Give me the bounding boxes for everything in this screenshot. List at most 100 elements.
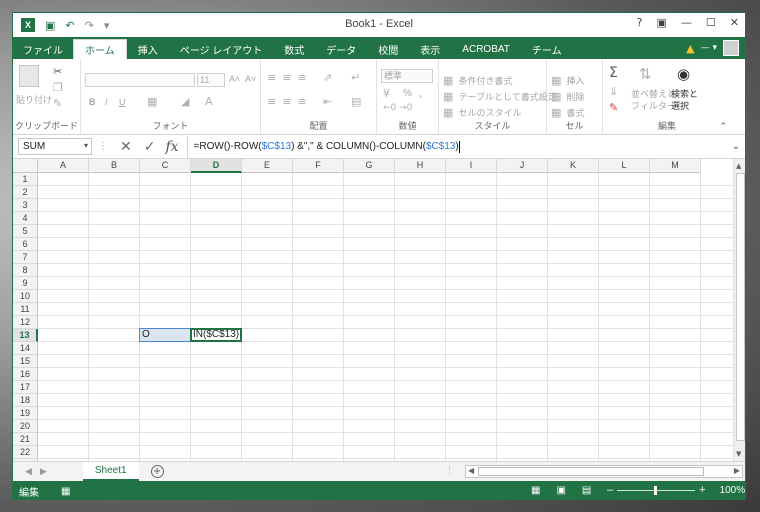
horizontal-scroll-thumb[interactable] [478, 467, 704, 476]
column-header-i[interactable]: I [446, 159, 497, 173]
scroll-right-icon[interactable]: ▶ [734, 466, 740, 475]
row-header-21[interactable]: 21 [13, 433, 38, 446]
format-painter-icon[interactable]: ✎ [53, 97, 62, 110]
row-header-12[interactable]: 12 [13, 316, 38, 329]
resize-handle-icon[interactable]: ⋮ [98, 141, 108, 152]
find-select-label-2[interactable]: 選択 [671, 99, 689, 112]
account-dropdown-icon[interactable]: — ▾ [701, 43, 717, 53]
tab-file[interactable]: ファイル [13, 39, 73, 59]
cell-d13-active[interactable]: IN($C$13) [190, 328, 242, 342]
row-header-3[interactable]: 3 [13, 199, 38, 212]
column-header-j[interactable]: J [497, 159, 548, 173]
normal-view-icon[interactable]: ▦ [531, 485, 540, 496]
paste-button[interactable]: 貼り付け [16, 93, 52, 106]
tab-view[interactable]: 表示 [409, 39, 451, 59]
tab-review[interactable]: 校閲 [367, 39, 409, 59]
redo-icon[interactable]: ↷ [85, 20, 94, 31]
column-header-d[interactable]: D [191, 159, 242, 173]
undo-icon[interactable]: ↶ [65, 20, 74, 31]
insert-function-icon[interactable]: fx [165, 139, 178, 155]
currency-icon[interactable]: ¥ [383, 87, 390, 100]
row-header-17[interactable]: 17 [13, 381, 38, 394]
tab-split-handle-icon[interactable]: ⋮ [445, 466, 454, 476]
row-header-13[interactable]: 13 [13, 329, 38, 342]
autosum-icon[interactable]: Σ [609, 65, 618, 81]
font-color-icon[interactable]: A [205, 95, 213, 108]
bold-button[interactable]: B [89, 97, 96, 107]
sheet-tab-sheet1[interactable]: Sheet1 [82, 462, 139, 481]
warning-icon[interactable]: ▲ [686, 42, 694, 55]
clear-icon[interactable]: ✎ [609, 101, 618, 114]
horizontal-scrollbar[interactable]: ◀ ▶ [465, 465, 743, 478]
zoom-level[interactable]: 100% [720, 485, 745, 496]
cut-icon[interactable]: ✂ [53, 65, 62, 78]
macro-record-icon[interactable]: ▦ [61, 486, 70, 497]
percent-button[interactable]: % [403, 88, 412, 99]
row-header-22[interactable]: 22 [13, 446, 38, 459]
tab-formulas[interactable]: 数式 [273, 39, 315, 59]
help-button[interactable]: ? [637, 16, 643, 29]
decimal-icons[interactable]: ←0 →0 [383, 103, 412, 113]
scroll-down-icon[interactable]: ▼ [736, 450, 741, 458]
wrap-text-icon[interactable]: ↵ [351, 71, 360, 84]
fill-color-icon[interactable]: ◢ [181, 95, 189, 108]
grow-font-button[interactable]: A˄ [229, 74, 240, 84]
tab-team[interactable]: チーム [521, 39, 573, 59]
minimize-button[interactable]: — [681, 16, 692, 29]
column-header-m[interactable]: M [650, 159, 701, 173]
horizontal-align-icons[interactable]: ≡≡≡ [267, 95, 313, 108]
row-header-15[interactable]: 15 [13, 355, 38, 368]
row-header-9[interactable]: 9 [13, 277, 38, 290]
row-header-4[interactable]: 4 [13, 212, 38, 225]
orientation-icon[interactable]: ⇗ [323, 71, 332, 84]
row-header-18[interactable]: 18 [13, 394, 38, 407]
select-all-corner[interactable] [13, 159, 38, 173]
tab-acrobat[interactable]: ACROBAT [451, 39, 521, 59]
paste-icon[interactable] [19, 65, 39, 87]
close-button[interactable]: ✕ [730, 16, 739, 29]
row-header-2[interactable]: 2 [13, 186, 38, 199]
prev-sheet-icon[interactable]: ◀ [25, 467, 32, 477]
zoom-slider[interactable] [617, 485, 696, 495]
borders-icon[interactable]: ▦ [147, 95, 157, 108]
cell-styles-button[interactable]: セルのスタイル [459, 108, 522, 118]
cancel-icon[interactable]: ✕ [120, 139, 132, 155]
row-header-5[interactable]: 5 [13, 225, 38, 238]
tab-insert[interactable]: 挿入 [127, 39, 169, 59]
tab-home[interactable]: ホーム [73, 39, 127, 59]
column-header-f[interactable]: F [293, 159, 344, 173]
zoom-slider-knob[interactable] [654, 485, 658, 495]
binoculars-icon[interactable]: ◉ [677, 65, 690, 83]
row-header-11[interactable]: 11 [13, 303, 38, 316]
scroll-left-icon[interactable]: ◀ [468, 466, 474, 475]
name-box[interactable]: SUM ▾ [18, 138, 92, 155]
column-header-k[interactable]: K [548, 159, 599, 173]
formula-input[interactable]: =ROW()-ROW($C$13) &"," & COLUMN()-COLUMN… [186, 135, 727, 158]
avatar[interactable] [723, 40, 739, 56]
format-cells-button[interactable]: 書式 [567, 108, 585, 118]
page-layout-view-icon[interactable]: ▣ [556, 485, 565, 496]
tab-page-layout[interactable]: ページ レイアウト [169, 39, 274, 59]
expand-formula-bar-icon[interactable]: ⌄ [727, 141, 745, 152]
ribbon-display-button[interactable]: ▣ [657, 16, 667, 29]
tab-data[interactable]: データ [315, 39, 367, 59]
column-header-b[interactable]: B [89, 159, 140, 173]
enter-icon[interactable]: ✓ [144, 139, 156, 155]
vertical-scrollbar[interactable]: ▲ ▼ [733, 159, 745, 461]
vertical-align-icons[interactable]: ≡≡≡ [267, 71, 313, 84]
row-header-20[interactable]: 20 [13, 420, 38, 433]
customize-qat-icon[interactable]: ▾ [104, 20, 110, 31]
column-header-g[interactable]: G [344, 159, 395, 173]
merge-center-icon[interactable]: ▤ [351, 95, 361, 108]
copy-icon[interactable]: ❐ [53, 81, 63, 94]
add-sheet-button[interactable]: + [150, 465, 164, 478]
font-name-dropdown[interactable] [85, 73, 195, 87]
row-header-10[interactable]: 10 [13, 290, 38, 303]
italic-button[interactable]: I [105, 97, 108, 107]
zoom-out-icon[interactable]: – [607, 484, 613, 496]
number-format-dropdown[interactable]: 標準 [381, 69, 433, 83]
next-sheet-icon[interactable]: ▶ [40, 467, 47, 477]
indent-icon[interactable]: ⇤ [323, 95, 332, 108]
row-header-6[interactable]: 6 [13, 238, 38, 251]
zoom-in-icon[interactable]: + [699, 484, 705, 496]
